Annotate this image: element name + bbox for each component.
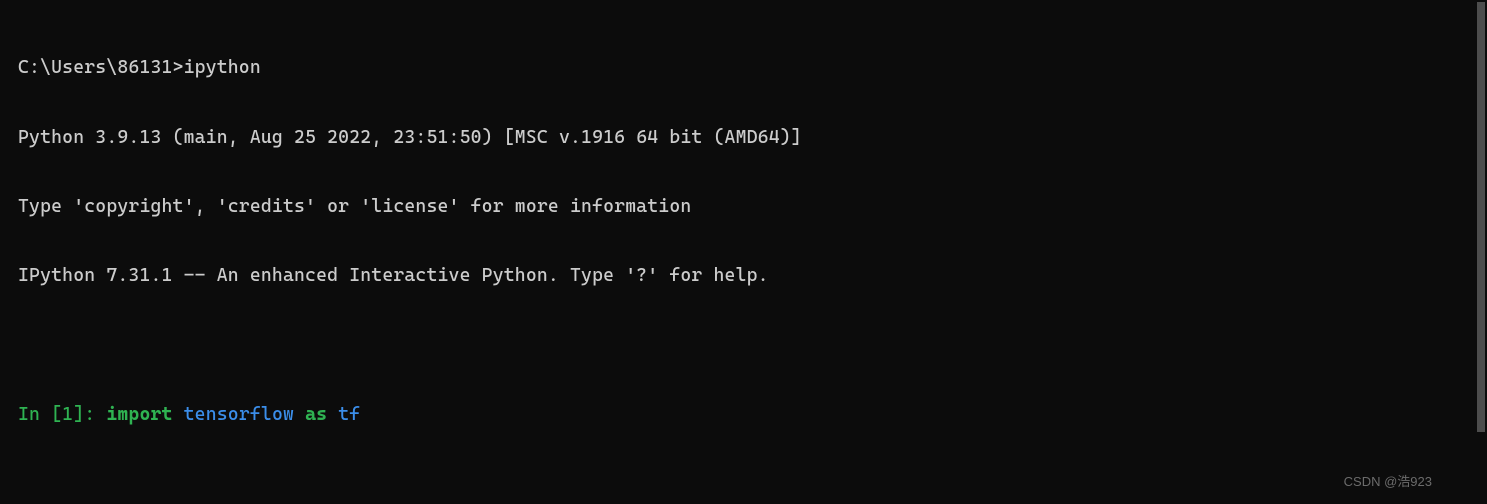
module-tensorflow: tensorflow bbox=[184, 404, 294, 425]
blank-line bbox=[18, 473, 1452, 496]
shell-prompt-line: C:\Users\86131>ipython bbox=[18, 56, 1452, 79]
terminal-viewport[interactable]: C:\Users\86131>ipython Python 3.9.13 (ma… bbox=[0, 0, 1452, 494]
space bbox=[294, 404, 305, 425]
prompt-path: C:\Users\86131> bbox=[18, 57, 184, 78]
alias-tf: tf bbox=[338, 404, 360, 425]
prompt-command: ipython bbox=[184, 57, 261, 78]
in-1-line: In [1]: import tensorflow as tf bbox=[18, 403, 1452, 426]
vertical-scrollbar[interactable] bbox=[1473, 0, 1487, 504]
banner-line-2: IPython 7.31.1 -- An enhanced Interactiv… bbox=[18, 264, 1452, 287]
space bbox=[173, 404, 184, 425]
kw-as: as bbox=[305, 404, 327, 425]
scrollbar-thumb[interactable] bbox=[1477, 2, 1485, 432]
watermark-text: CSDN @浩923 bbox=[1344, 474, 1432, 490]
kw-import: import bbox=[106, 404, 172, 425]
banner-line-1: Type 'copyright', 'credits' or 'license'… bbox=[18, 195, 1452, 218]
blank-line bbox=[18, 334, 1452, 357]
in-1-label: In [1]: bbox=[18, 404, 106, 425]
space bbox=[327, 404, 338, 425]
banner-line-0: Python 3.9.13 (main, Aug 25 2022, 23:51:… bbox=[18, 126, 1452, 149]
